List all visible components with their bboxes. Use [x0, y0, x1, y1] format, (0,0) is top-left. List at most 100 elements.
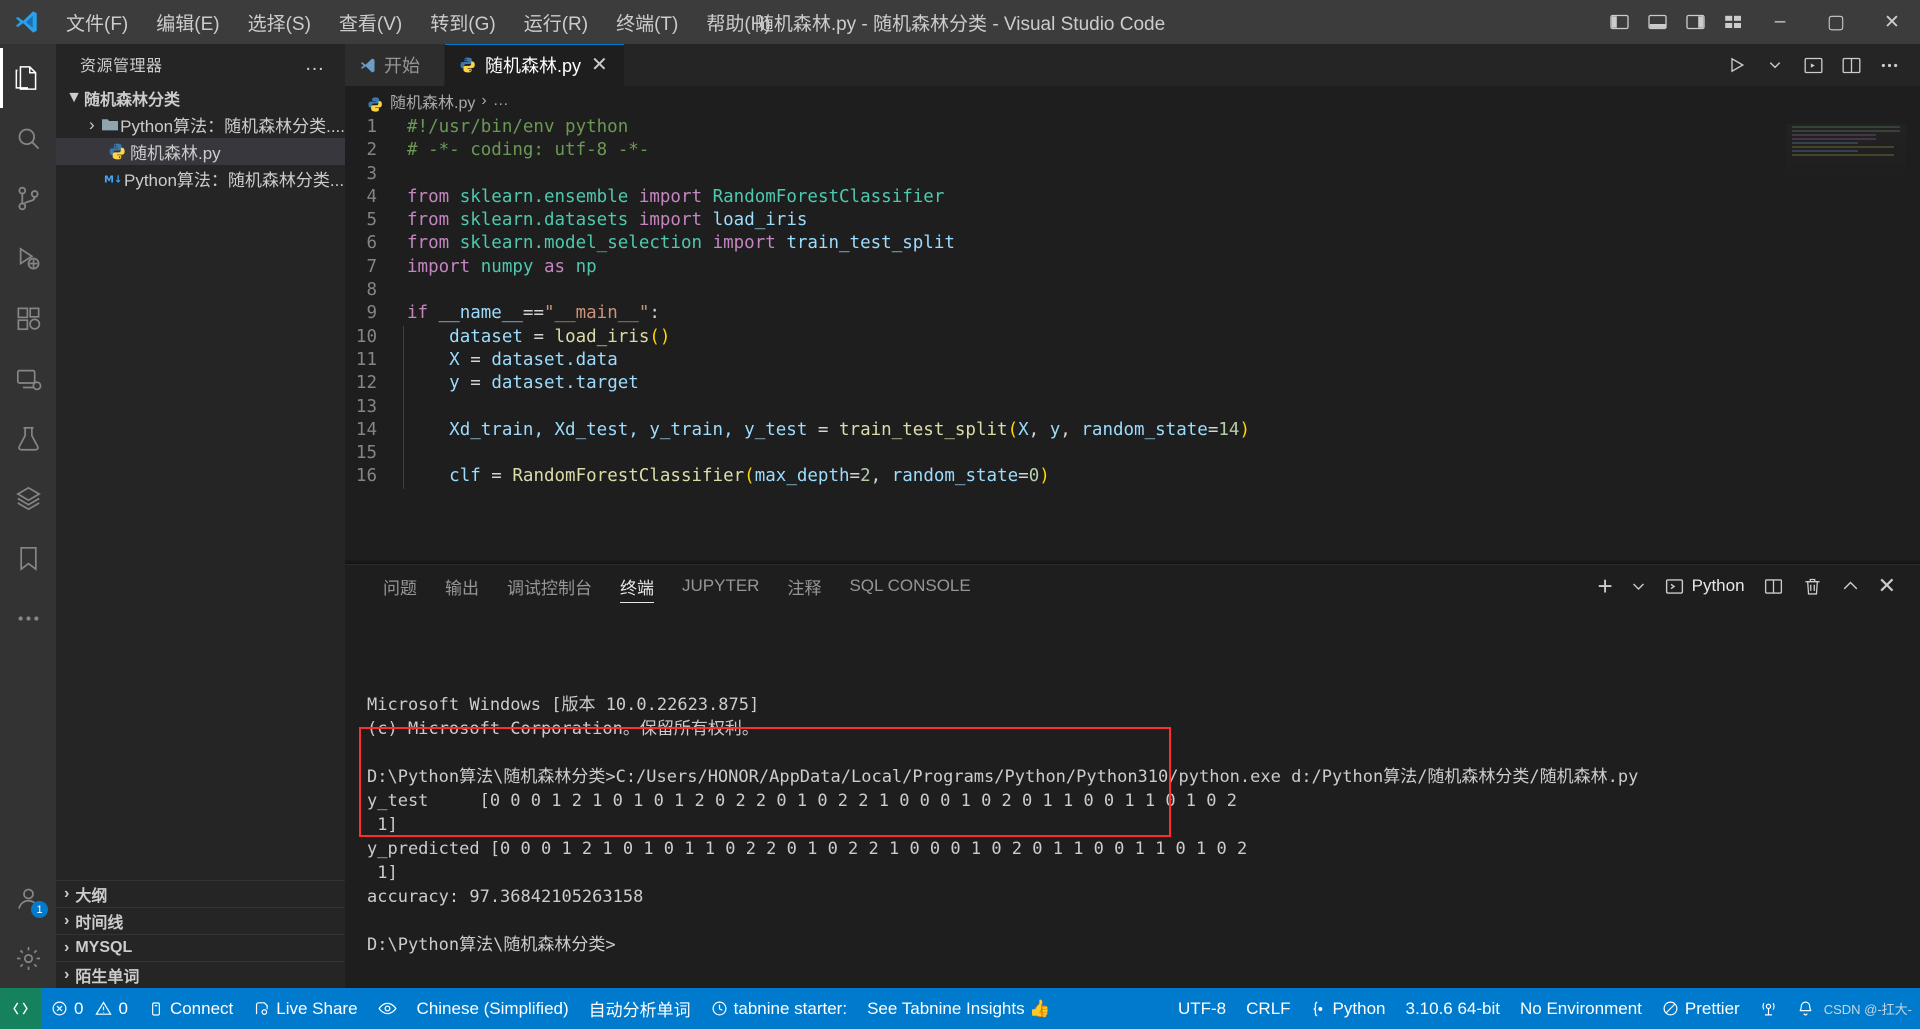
- status-broadcast[interactable]: [1750, 988, 1787, 1029]
- tree-item-file-markdown[interactable]: M↓ Python算法：随机森林分类....: [56, 165, 345, 192]
- new-terminal-button[interactable]: +: [1589, 565, 1620, 607]
- code-line[interactable]: 16 clf = RandomForestClassifier(max_dept…: [345, 465, 1920, 489]
- status-language-spell[interactable]: Chinese (Simplified): [407, 988, 579, 1029]
- panel-bottom-icon[interactable]: [1638, 0, 1676, 44]
- close-icon[interactable]: ✕: [589, 55, 610, 75]
- panel-tab-output[interactable]: 输出: [431, 565, 493, 607]
- code-line-text[interactable]: # -*- coding: utf-8 -*-: [403, 139, 649, 162]
- menu-edit[interactable]: 编辑(E): [142, 5, 233, 40]
- panel-tab-problems[interactable]: 问题: [369, 565, 431, 607]
- code-line[interactable]: 14 Xd_train, Xd_test, y_train, y_test = …: [345, 418, 1920, 443]
- customize-layout-icon[interactable]: [1714, 0, 1752, 44]
- panel-tab-sql-console[interactable]: SQL CONSOLE: [835, 565, 984, 607]
- code-line-text[interactable]: from sklearn.datasets import load_iris: [403, 209, 807, 232]
- panel-tab-jupyter[interactable]: JUPYTER: [668, 565, 773, 607]
- status-eol[interactable]: CRLF: [1236, 988, 1300, 1029]
- trash-icon[interactable]: [1794, 565, 1831, 607]
- code-line-text[interactable]: import numpy as np: [403, 256, 597, 279]
- code-line[interactable]: 2 # -*- coding: utf-8 -*-: [345, 139, 1920, 162]
- breadcrumb-file[interactable]: 随机森林.py: [390, 89, 475, 113]
- status-tabnine-starter[interactable]: tabnine starter:: [701, 988, 857, 1029]
- tree-item-file-suijisenlin-py[interactable]: 随机森林.py: [56, 138, 345, 165]
- code-line[interactable]: 3: [345, 163, 1920, 186]
- menu-view[interactable]: 查看(V): [325, 5, 416, 40]
- code-line-text[interactable]: from sklearn.model_selection import trai…: [403, 232, 955, 255]
- status-connect[interactable]: Connect: [138, 988, 243, 1029]
- status-tabnine-insights[interactable]: See Tabnine Insights 👍: [857, 988, 1060, 1029]
- code-line-text[interactable]: clf = RandomForestClassifier(max_depth=2…: [403, 465, 1050, 489]
- activity-extensions[interactable]: [0, 288, 56, 348]
- activity-testing[interactable]: [0, 408, 56, 468]
- status-live-share[interactable]: Live Share: [243, 988, 367, 1029]
- status-prettier[interactable]: Prettier: [1652, 988, 1750, 1029]
- chevron-down-icon[interactable]: [1623, 565, 1654, 607]
- activity-remote-explorer[interactable]: [0, 348, 56, 408]
- split-editor-icon[interactable]: [1834, 44, 1868, 86]
- menu-help[interactable]: 帮助(H): [692, 5, 784, 40]
- menu-selection[interactable]: 选择(S): [234, 5, 325, 40]
- status-encoding[interactable]: UTF-8: [1168, 988, 1236, 1029]
- panel-tab-comments[interactable]: 注释: [773, 565, 835, 607]
- status-problems[interactable]: 0 0: [41, 988, 138, 1029]
- tab-welcome[interactable]: 开始: [345, 44, 445, 86]
- code-line[interactable]: 12 y = dataset.target: [345, 372, 1920, 396]
- panel-left-icon[interactable]: [1600, 0, 1638, 44]
- run-icon[interactable]: [1720, 44, 1754, 86]
- status-watch[interactable]: [368, 988, 407, 1029]
- code-content[interactable]: 1 #!/usr/bin/env python 2 # -*- coding: utf…: [345, 116, 1920, 489]
- sidebar-more-actions[interactable]: …: [295, 53, 336, 76]
- chevron-up-icon[interactable]: [1833, 565, 1868, 607]
- code-line-text[interactable]: dataset = load_iris(): [403, 325, 670, 349]
- maximize-button[interactable]: ▢: [1808, 0, 1864, 44]
- split-run-icon[interactable]: [1796, 44, 1830, 86]
- activity-database[interactable]: [0, 468, 56, 528]
- code-line-text[interactable]: #!/usr/bin/env python: [403, 116, 628, 139]
- menu-run[interactable]: 运行(R): [510, 5, 602, 40]
- code-line[interactable]: 7 import numpy as np: [345, 256, 1920, 279]
- code-line-text[interactable]: [403, 442, 407, 466]
- close-panel-button[interactable]: ✕: [1870, 565, 1904, 607]
- status-remote-host[interactable]: [0, 988, 41, 1029]
- code-line-text[interactable]: [403, 395, 407, 419]
- code-line[interactable]: 4 from sklearn.ensemble import RandomFore…: [345, 186, 1920, 209]
- sidebar-section-unfamiliar-words[interactable]: › 陌生单词: [56, 961, 345, 988]
- terminal-shell-selector[interactable]: Python: [1656, 576, 1753, 597]
- menu-file[interactable]: 文件(F): [52, 5, 142, 40]
- status-python-version[interactable]: 3.10.6 64-bit: [1395, 988, 1510, 1029]
- status-language-mode[interactable]: Python: [1301, 988, 1396, 1029]
- activity-search[interactable]: [0, 108, 56, 168]
- minimap[interactable]: [1786, 124, 1906, 184]
- code-line-text[interactable]: from sklearn.ensemble import RandomFores…: [403, 186, 944, 209]
- sidebar-section-mysql[interactable]: › MYSQL: [56, 934, 345, 961]
- more-actions-icon[interactable]: [1872, 44, 1906, 86]
- menu-terminal[interactable]: 终端(T): [602, 5, 692, 40]
- code-line[interactable]: 9 if __name__=="__main__":: [345, 302, 1920, 325]
- activity-bookmarks[interactable]: [0, 528, 56, 588]
- code-editor[interactable]: 1 #!/usr/bin/env python 2 # -*- coding: utf…: [345, 116, 1920, 564]
- activity-run-debug[interactable]: [0, 228, 56, 288]
- code-line[interactable]: 6 from sklearn.model_selection import tra…: [345, 232, 1920, 255]
- tree-item-folder-root[interactable]: ▼ 随机森林分类: [56, 84, 345, 111]
- split-terminal-icon[interactable]: [1755, 565, 1792, 607]
- close-button[interactable]: ✕: [1864, 0, 1920, 44]
- minimize-button[interactable]: –: [1752, 0, 1808, 44]
- status-auto-analyze-words[interactable]: 自动分析单词: [579, 988, 701, 1029]
- sidebar-section-outline[interactable]: › 大纲: [56, 880, 345, 907]
- code-line-text[interactable]: Xd_train, Xd_test, y_train, y_test = tra…: [403, 418, 1250, 443]
- panel-right-icon[interactable]: [1676, 0, 1714, 44]
- menu-go[interactable]: 转到(G): [416, 5, 509, 40]
- panel-tab-debug-console[interactable]: 调试控制台: [493, 565, 606, 607]
- code-line[interactable]: 5 from sklearn.datasets import load_iris: [345, 209, 1920, 232]
- code-line-text[interactable]: X = dataset.data: [403, 348, 618, 373]
- code-line[interactable]: 13: [345, 395, 1920, 419]
- activity-settings[interactable]: [0, 928, 56, 988]
- code-line-text[interactable]: if __name__=="__main__":: [403, 302, 660, 325]
- code-line[interactable]: 11 X = dataset.data: [345, 348, 1920, 373]
- status-environment[interactable]: No Environment: [1510, 988, 1652, 1029]
- code-line-text[interactable]: y = dataset.target: [403, 372, 639, 396]
- sidebar-section-timeline[interactable]: › 时间线: [56, 907, 345, 934]
- terminal-output[interactable]: Microsoft Windows [版本 10.0.22623.875] (c)…: [345, 607, 1920, 988]
- tree-item-folder-python-algo[interactable]: › Python算法：随机森林分类....: [56, 111, 345, 138]
- code-line[interactable]: 15: [345, 442, 1920, 466]
- code-line-text[interactable]: [403, 163, 407, 186]
